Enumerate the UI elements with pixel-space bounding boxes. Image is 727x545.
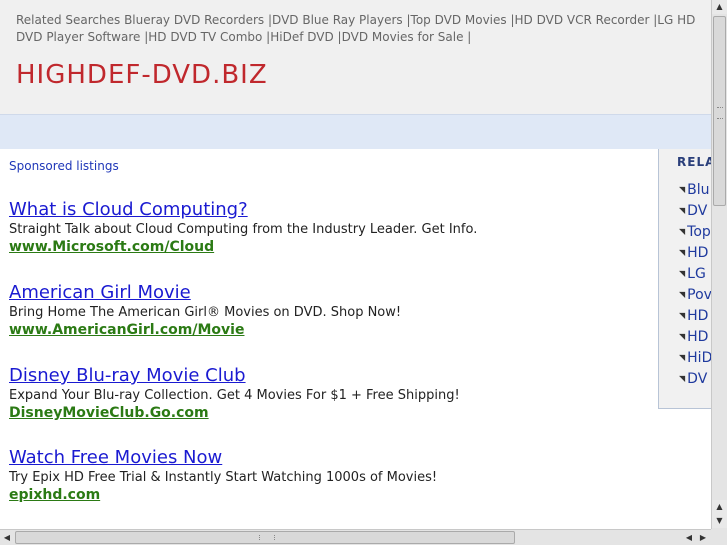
sponsored-listings-label: Sponsored listings — [9, 159, 119, 173]
sidebar-item[interactable]: ◥ LG — [679, 266, 711, 287]
horizontal-scrollbar[interactable]: ◀ ◀ ▶ — [0, 529, 711, 545]
bullet-arrow-icon: ◥ — [679, 227, 686, 236]
scroll-up-icon[interactable]: ▲ — [712, 500, 727, 514]
related-link-hd-dvd-tv-combo[interactable]: HD DVD TV Combo — [148, 30, 262, 44]
related-link-blueray-recorders[interactable]: Blueray DVD Recorders — [124, 13, 264, 27]
site-title: HIGHDEF-DVD.BIZ — [16, 60, 268, 90]
bullet-arrow-icon: ◥ — [679, 311, 686, 320]
sidebar-item[interactable]: ◥ DV — [679, 371, 711, 392]
ad-title-link[interactable]: American Girl Movie — [9, 282, 649, 304]
sidebar-item-label: HD — [687, 308, 709, 324]
ad-description: Straight Talk about Cloud Computing from… — [9, 222, 478, 237]
related-link-player-software[interactable]: Player Software — [46, 30, 140, 44]
grip-icon — [259, 535, 275, 540]
ad-title-link[interactable]: Watch Free Movies Now — [9, 447, 649, 469]
ad-description: Bring Home The American Girl® Movies on … — [9, 305, 402, 320]
scroll-down-icon[interactable]: ▼ — [712, 514, 727, 528]
ad-description: Expand Your Blu-ray Collection. Get 4 Mo… — [9, 388, 460, 403]
bullet-arrow-icon: ◥ — [679, 374, 686, 383]
ad-title-link[interactable]: Disney Blu-ray Movie Club — [9, 365, 649, 387]
ad-listing: American Girl Movie Bring Home The Ameri… — [9, 282, 649, 339]
sidebar-item[interactable]: ◥ HD — [679, 245, 711, 266]
sidebar-item-label: Blu — [687, 182, 710, 198]
ad-url-link[interactable]: www.Microsoft.com/Cloud — [9, 238, 649, 256]
sidebar-item-label: HiD — [687, 350, 711, 366]
bullet-arrow-icon: ◥ — [679, 185, 686, 194]
sidebar-item-label: LG — [687, 266, 706, 282]
sidebar-item-label: DV — [687, 203, 708, 219]
ad-url-link[interactable]: epixhd.com — [9, 486, 649, 504]
sidebar-item[interactable]: ◥ DV — [679, 203, 711, 224]
scroll-left-icon[interactable]: ◀ — [682, 530, 696, 545]
sidebar-item-label: Pov — [687, 287, 711, 303]
sidebar-item[interactable]: ◥ HiD — [679, 350, 711, 371]
related-link-blue-ray-players[interactable]: DVD Blue Ray Players — [272, 13, 403, 27]
sidebar-item-label: HD — [687, 329, 709, 345]
sidebar-item[interactable]: ◥ HD — [679, 329, 711, 350]
related-link-hd-dvd-vcr[interactable]: HD DVD VCR Recorder — [515, 13, 650, 27]
bullet-arrow-icon: ◥ — [679, 206, 686, 215]
bullet-arrow-icon: ◥ — [679, 269, 686, 278]
ad-description: Try Epix HD Free Trial & Instantly Start… — [9, 470, 438, 485]
scroll-up-icon[interactable]: ▲ — [712, 0, 727, 14]
ad-url-link[interactable]: DisneyMovieClub.Go.com — [9, 404, 649, 422]
bullet-arrow-icon: ◥ — [679, 248, 686, 257]
related-searches-label: Related Searches — [16, 13, 121, 27]
related-sidebar: RELA ◥ Blu ◥ DV ◥ Top ◥ HD ◥ LG ◥ Pov ◥ HD ◥ HD … — [658, 149, 711, 409]
ad-url-link[interactable]: www.AmericanGirl.com/Movie — [9, 321, 649, 339]
sidebar-item[interactable]: ◥ Top — [679, 224, 711, 245]
sidebar-item-label: DV — [687, 371, 708, 387]
header-band — [0, 114, 711, 150]
related-link-hidef-dvd[interactable]: HiDef DVD — [270, 30, 334, 44]
sidebar-item-label: Top — [687, 224, 711, 240]
related-link-top-dvd-movies[interactable]: Top DVD Movies — [411, 13, 507, 27]
scroll-right-icon[interactable]: ▶ — [696, 530, 710, 545]
horizontal-scroll-thumb[interactable] — [15, 531, 515, 544]
bullet-arrow-icon: ◥ — [679, 353, 686, 362]
bullet-arrow-icon: ◥ — [679, 290, 686, 299]
ad-listing: What is Cloud Computing? Straight Talk a… — [9, 199, 649, 256]
vertical-scrollbar[interactable]: ▲ ▲ ▼ — [711, 0, 727, 529]
ad-listing: Watch Free Movies Now Try Epix HD Free T… — [9, 447, 649, 504]
sidebar-item[interactable]: ◥ Pov — [679, 287, 711, 308]
vertical-scroll-thumb[interactable] — [713, 16, 726, 206]
sidebar-item[interactable]: ◥ HD — [679, 308, 711, 329]
sidebar-list: ◥ Blu ◥ DV ◥ Top ◥ HD ◥ LG ◥ Pov ◥ HD ◥ HD ◥ HiD … — [679, 182, 711, 392]
browser-viewport: Related Searches Blueray DVD Recorders |… — [0, 0, 711, 529]
scroll-left-icon[interactable]: ◀ — [0, 530, 14, 545]
sidebar-heading: RELA — [677, 155, 711, 169]
related-searches-bar: Related Searches Blueray DVD Recorders |… — [16, 12, 711, 46]
bullet-arrow-icon: ◥ — [679, 332, 686, 341]
ad-title-link[interactable]: What is Cloud Computing? — [9, 199, 649, 221]
grip-icon — [717, 107, 723, 119]
related-link-dvd-movies-sale[interactable]: DVD Movies for Sale — [342, 30, 464, 44]
sidebar-item[interactable]: ◥ Blu — [679, 182, 711, 203]
ad-listing: Disney Blu-ray Movie Club Expand Your Bl… — [9, 365, 649, 422]
scrollbar-corner — [711, 529, 727, 545]
separator: | — [467, 30, 472, 44]
sidebar-item-label: HD — [687, 245, 709, 261]
